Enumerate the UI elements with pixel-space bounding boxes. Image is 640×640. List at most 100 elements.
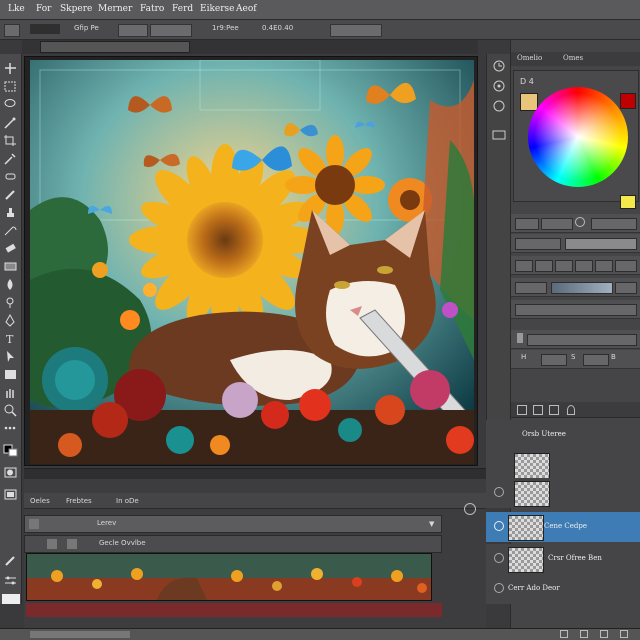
blur-tool-icon[interactable]: [3, 278, 18, 291]
layer-filter-icon[interactable]: [533, 405, 543, 415]
adjust-field[interactable]: [575, 260, 593, 272]
adjust-field[interactable]: [527, 334, 637, 346]
magic-wand-icon[interactable]: [3, 116, 18, 129]
adjust-gradient[interactable]: [551, 282, 613, 294]
tool-preset-picker[interactable]: [4, 24, 20, 37]
adjust-field[interactable]: [515, 282, 547, 294]
document-canvas[interactable]: [30, 60, 474, 464]
adjust-field[interactable]: [541, 354, 567, 366]
document-tab[interactable]: [40, 41, 190, 53]
layer-row[interactable]: [486, 450, 640, 480]
size-field[interactable]: [118, 24, 148, 37]
gradient-tool-icon[interactable]: [3, 260, 18, 273]
menu-item[interactable]: Eikerse: [200, 4, 234, 14]
timeline-clip-thumbnail[interactable]: [26, 553, 432, 601]
layer-row-selected[interactable]: Cene Cedpe: [486, 512, 640, 542]
dodge-tool-icon[interactable]: [3, 296, 18, 309]
track-toggle-icon[interactable]: [29, 519, 39, 529]
menu-item[interactable]: Lke: [8, 4, 25, 14]
adjust-icon[interactable]: [3, 574, 18, 587]
visibility-icon[interactable]: [494, 583, 504, 593]
menu-item[interactable]: Aeof: [236, 4, 257, 14]
menu-item[interactable]: For: [36, 4, 51, 14]
type-tool-icon[interactable]: T: [3, 332, 18, 345]
visibility-icon[interactable]: [494, 521, 504, 531]
status-icon[interactable]: [580, 630, 588, 638]
chevron-down-icon[interactable]: ▼: [429, 520, 434, 528]
shape-tool-icon[interactable]: [3, 368, 18, 381]
zoom-tool-icon[interactable]: [3, 404, 18, 417]
healing-brush-icon[interactable]: [3, 170, 18, 183]
tab-color[interactable]: Omelio: [517, 54, 542, 62]
background-swatch[interactable]: [620, 195, 636, 209]
adjust-field[interactable]: [591, 218, 637, 230]
status-icon[interactable]: [560, 630, 568, 638]
adjust-field[interactable]: [583, 354, 609, 366]
adjust-field[interactable]: [615, 282, 637, 294]
lasso-tool-icon[interactable]: [3, 98, 18, 111]
handle-icon[interactable]: [517, 333, 523, 343]
layer-row[interactable]: Crsr Ofree Ben: [486, 544, 640, 574]
adjust-field[interactable]: [595, 260, 613, 272]
menu-item[interactable]: Merner: [98, 4, 132, 14]
opacity-field[interactable]: [330, 24, 382, 37]
track-row[interactable]: Lerev ▼: [24, 515, 442, 533]
menu-item[interactable]: Fatro: [140, 4, 164, 14]
current-color-swatch[interactable]: [520, 93, 538, 111]
quick-mask-icon[interactable]: [3, 466, 18, 479]
lock-icon[interactable]: [567, 405, 575, 415]
link-icon[interactable]: [575, 217, 585, 227]
move-tool-icon[interactable]: [3, 62, 18, 75]
foreground-color-icon[interactable]: [3, 444, 18, 457]
adjustments-panel-icon[interactable]: [492, 100, 506, 112]
adjust-field[interactable]: [515, 238, 561, 250]
eraser-icon[interactable]: [3, 242, 18, 255]
marquee-tool-icon[interactable]: [3, 80, 18, 93]
layer-row[interactable]: Orsb Uteree: [486, 420, 640, 450]
swatches-panel-icon[interactable]: [492, 130, 506, 140]
visibility-icon[interactable]: [494, 487, 504, 497]
hand-tool-icon[interactable]: [3, 386, 18, 399]
status-icon[interactable]: [600, 630, 608, 638]
adjust-slider[interactable]: [565, 238, 637, 250]
path-selection-icon[interactable]: [3, 350, 18, 363]
color-wheel[interactable]: [528, 87, 628, 187]
adjust-field[interactable]: [541, 218, 573, 230]
layer-filter-icon[interactable]: [549, 405, 559, 415]
adjust-field[interactable]: [515, 304, 637, 316]
swatch-icon[interactable]: [30, 24, 60, 34]
adjust-field[interactable]: [615, 260, 637, 272]
layer-row[interactable]: Cerr Ado Deor: [486, 574, 640, 604]
preview-thumbnail[interactable]: [2, 594, 20, 604]
edit-toolbar-icon[interactable]: [3, 422, 18, 435]
track-row[interactable]: Gecle Ovvlbe: [24, 535, 442, 553]
adjust-field[interactable]: [555, 260, 573, 272]
visibility-icon[interactable]: [494, 553, 504, 563]
eyedropper-icon[interactable]: [3, 152, 18, 165]
foreground-swatch[interactable]: [620, 93, 636, 109]
menu-item[interactable]: Skpere: [60, 4, 92, 14]
track-toggle-icon[interactable]: [47, 539, 57, 549]
timeline-audio-track[interactable]: [26, 603, 442, 617]
history-panel-icon[interactable]: [492, 60, 506, 72]
history-brush-icon[interactable]: [3, 224, 18, 237]
layer-row[interactable]: [486, 478, 640, 508]
layer-filter-icon[interactable]: [517, 405, 527, 415]
timeline-settings-icon[interactable]: [464, 503, 476, 515]
brush-panel-icon[interactable]: [3, 554, 18, 567]
crop-tool-icon[interactable]: [3, 134, 18, 147]
adjust-field[interactable]: [515, 218, 539, 230]
adjust-field[interactable]: [515, 260, 533, 272]
brush-tool-icon[interactable]: [3, 188, 18, 201]
status-icon[interactable]: [620, 630, 628, 638]
screen-mode-icon[interactable]: [3, 488, 18, 501]
pen-tool-icon[interactable]: [3, 314, 18, 327]
track-toggle-icon[interactable]: [67, 539, 77, 549]
layers-panel-header: [511, 402, 640, 418]
menu-item[interactable]: Ferd: [172, 4, 193, 14]
adjust-field[interactable]: [535, 260, 553, 272]
mode-dropdown[interactable]: [150, 24, 192, 37]
properties-panel-icon[interactable]: [492, 80, 506, 92]
tab-swatches[interactable]: Omes: [563, 54, 583, 62]
clone-stamp-icon[interactable]: [3, 206, 18, 219]
